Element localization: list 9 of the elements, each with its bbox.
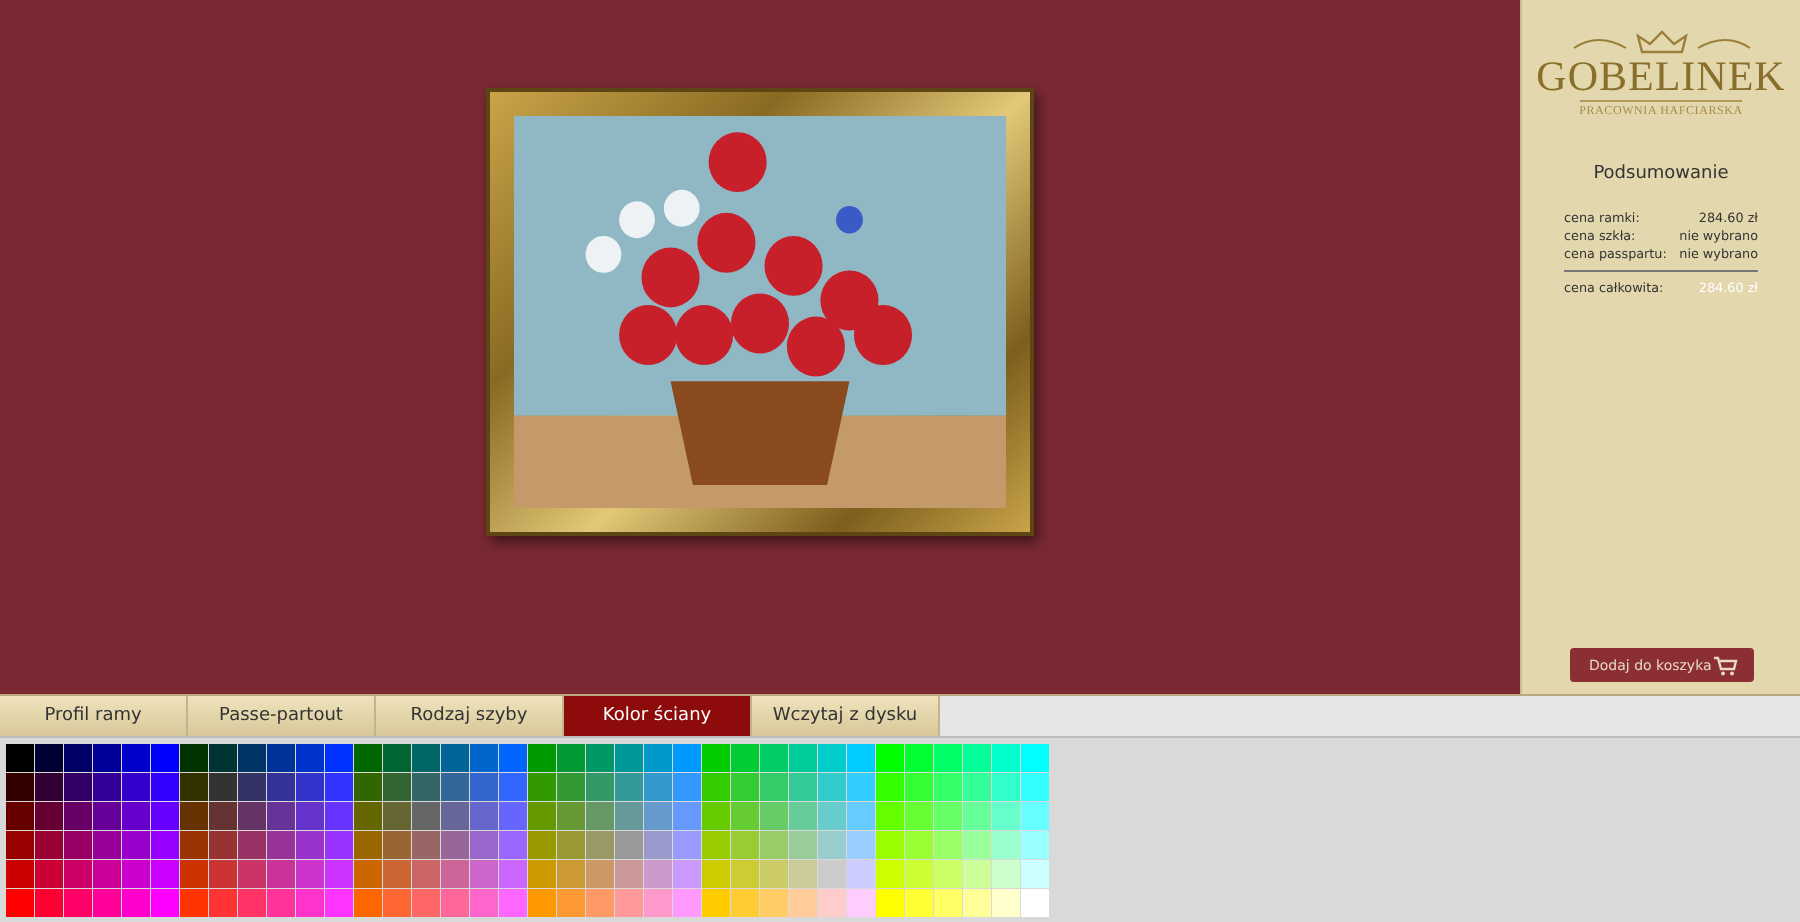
- tab[interactable]: Profil ramy: [0, 696, 188, 736]
- cart-icon: [1713, 655, 1737, 675]
- color-palette[interactable]: [6, 744, 1050, 918]
- tab[interactable]: Wczytaj z dysku: [752, 696, 940, 736]
- summary-title: Podsumowanie: [1593, 164, 1729, 184]
- tab[interactable]: Passe-partout: [188, 696, 376, 736]
- logo-text: GOBELINEK: [1536, 56, 1786, 98]
- tab[interactable]: Rodzaj szyby: [376, 696, 564, 736]
- tab[interactable]: Kolor ściany: [564, 696, 752, 736]
